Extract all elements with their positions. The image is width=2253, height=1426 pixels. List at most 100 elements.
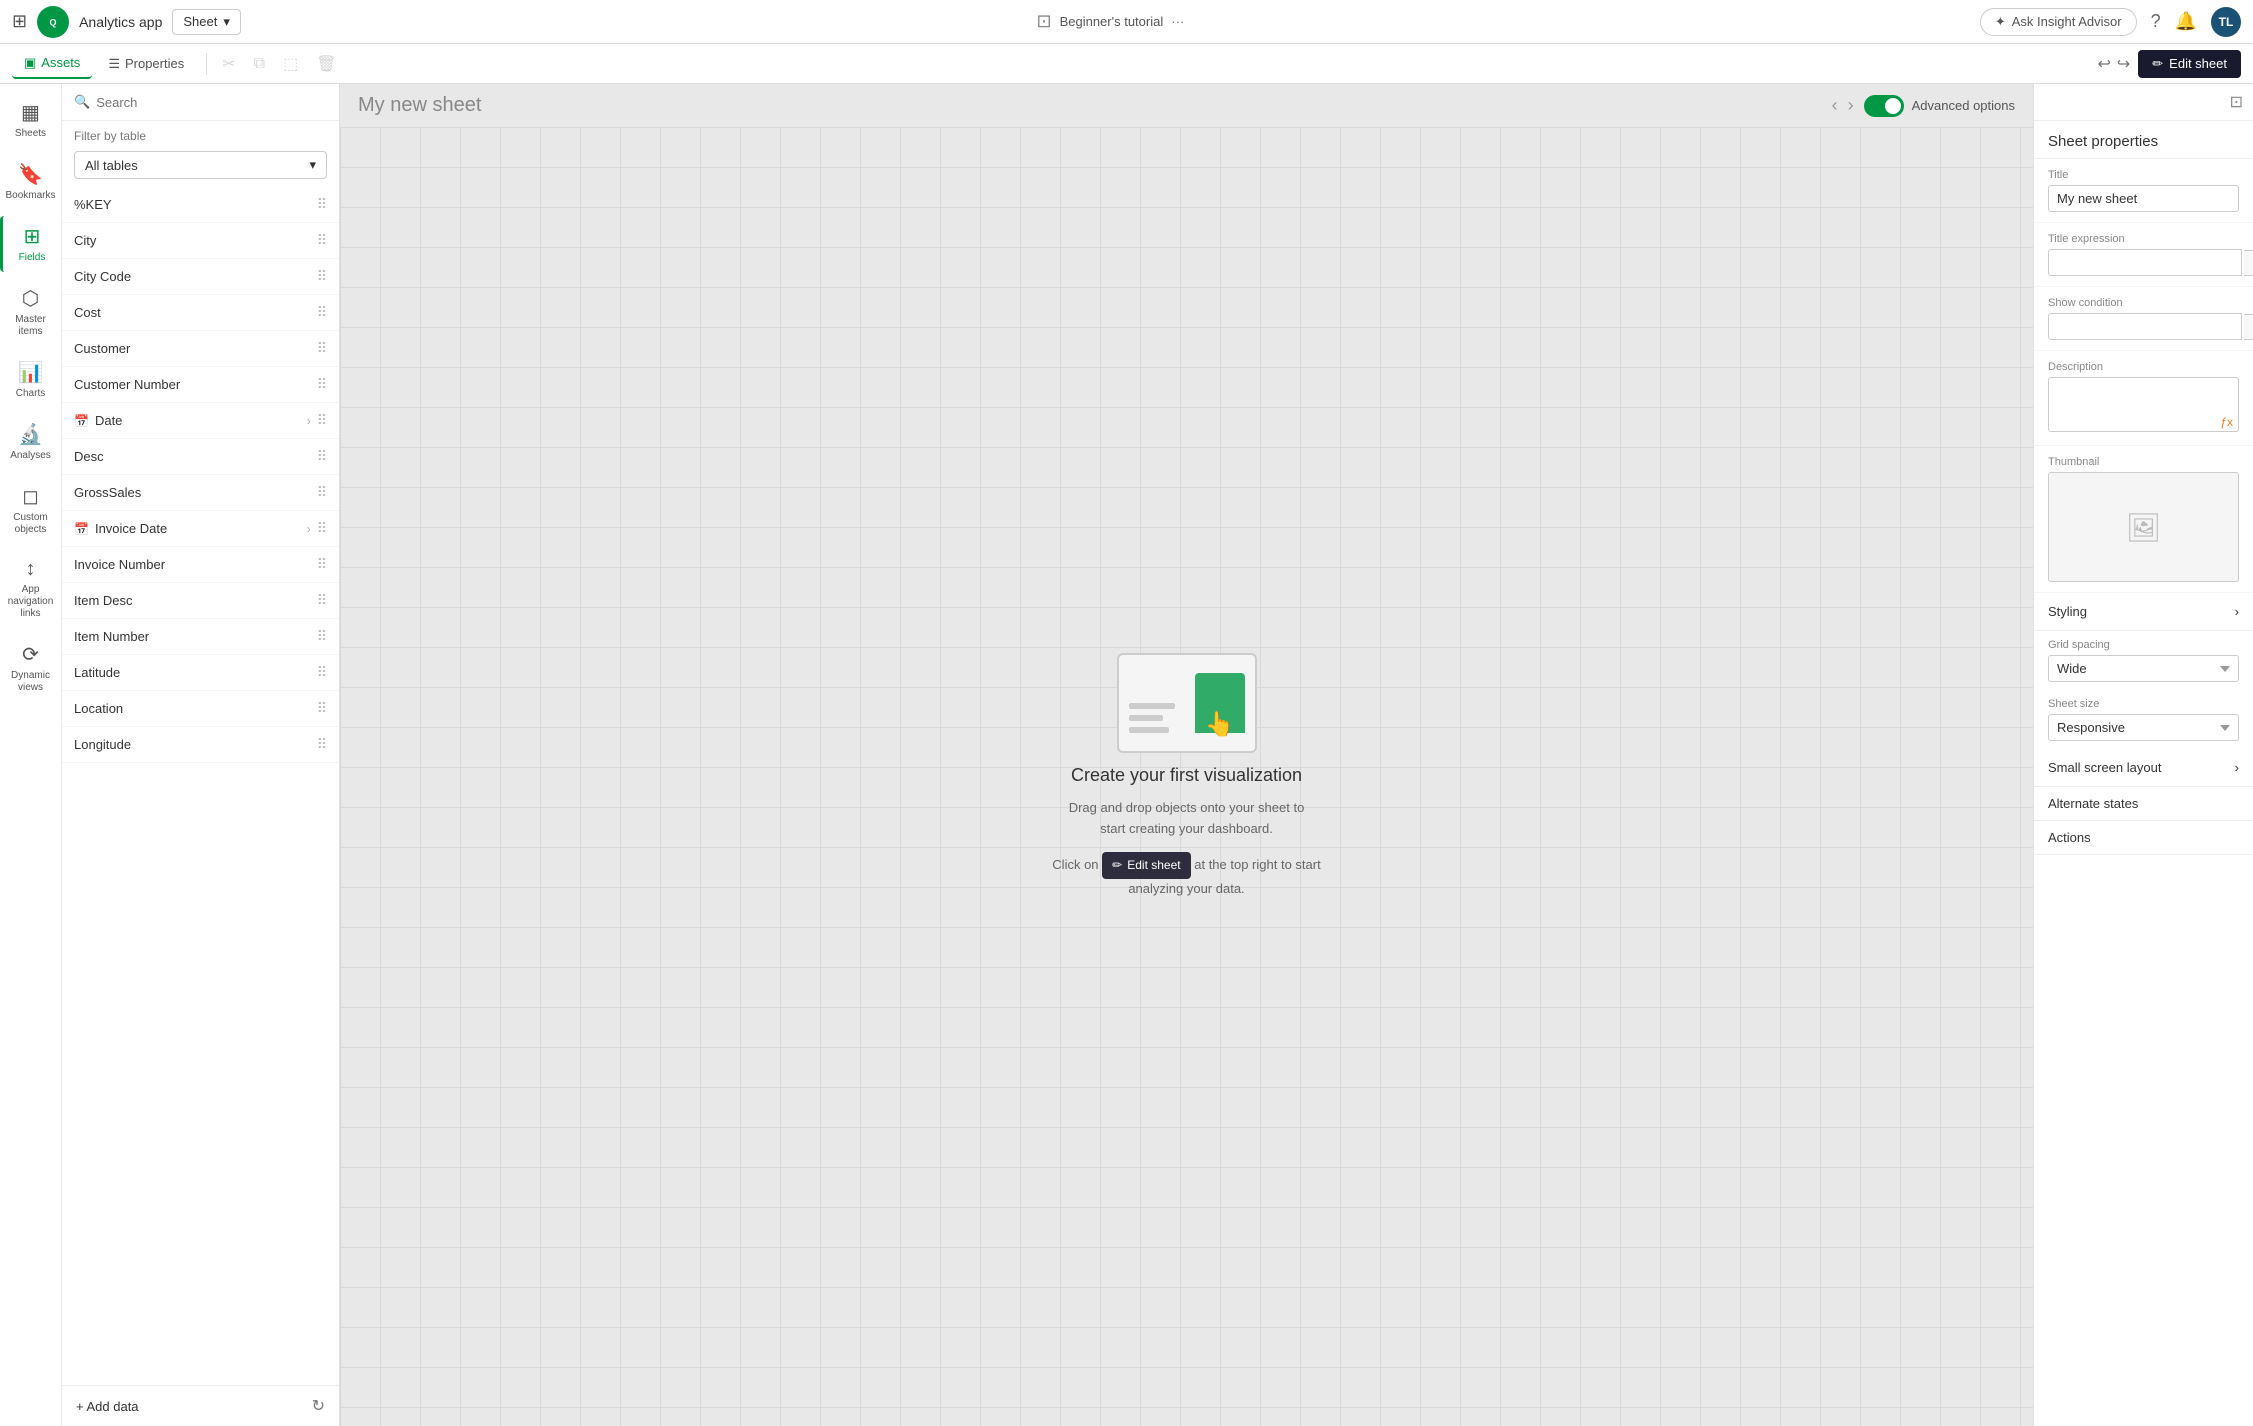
field-name: Date (95, 413, 122, 428)
sidebar-item-fields[interactable]: ⊞ Fields (0, 216, 61, 272)
thumbnail-picker[interactable]: 🖼 (2048, 472, 2239, 582)
title-input[interactable] (2048, 185, 2239, 212)
sidebar-item-bookmarks[interactable]: 🔖 Bookmarks (0, 154, 61, 210)
description-field: Description ƒx (2034, 351, 2253, 446)
table-filter-dropdown[interactable]: All tables ▾ (74, 151, 327, 179)
field-drag-handle[interactable]: ⠿ (317, 448, 327, 465)
cut-button[interactable]: ✂ (217, 49, 240, 79)
dropdown-arrow-icon: ▾ (223, 14, 230, 30)
field-drag-handle[interactable]: ⠿ (317, 196, 327, 213)
prev-sheet-button[interactable]: ‹ (1832, 95, 1838, 116)
field-item[interactable]: Customer ⠿ (62, 331, 339, 367)
field-drag-handle[interactable]: ⠿ (317, 700, 327, 717)
bell-icon[interactable]: 🔔 (2175, 11, 2197, 32)
field-item[interactable]: 📅 Date › ⠿ (62, 403, 339, 439)
sidebar-item-dynamic-views[interactable]: ⟳ Dynamic views (0, 634, 61, 702)
field-item[interactable]: Longitude ⠿ (62, 727, 339, 763)
field-item[interactable]: Item Number ⠿ (62, 619, 339, 655)
field-drag-handle[interactable]: ⠿ (317, 340, 327, 357)
field-item[interactable]: Item Desc ⠿ (62, 583, 339, 619)
more-options-icon[interactable]: ··· (1171, 14, 1184, 29)
sidebar-item-charts[interactable]: 📊 Charts (0, 352, 61, 408)
field-item[interactable]: Invoice Number ⠿ (62, 547, 339, 583)
title-expression-label: Title expression (2048, 233, 2239, 245)
refresh-button[interactable]: ↻ (312, 1396, 325, 1416)
insight-advisor-button[interactable]: ✦ Ask Insight Advisor (1980, 8, 2137, 36)
sidebar-item-analyses[interactable]: 🔬 Analyses (0, 414, 61, 470)
field-item[interactable]: %KEY ⠿ (62, 187, 339, 223)
field-drag-handle[interactable]: ⠿ (317, 592, 327, 609)
field-item[interactable]: Customer Number ⠿ (62, 367, 339, 403)
field-item[interactable]: Desc ⠿ (62, 439, 339, 475)
top-nav: ⊞ Q Analytics app Sheet ▾ ⊡ Beginner's t… (0, 0, 2253, 44)
app-grid-icon[interactable]: ⊞ (12, 11, 27, 32)
sidebar-item-sheets[interactable]: ▦ Sheets (0, 92, 61, 148)
plus-icon: + Add data (76, 1399, 139, 1414)
field-drag-handle[interactable]: ⠿ (317, 376, 327, 393)
grid-spacing-select[interactable]: Wide Medium Narrow (2048, 655, 2239, 682)
sheet-title: My new sheet (358, 94, 481, 117)
tutorial-name: Beginner's tutorial (1060, 14, 1164, 29)
canvas-grid[interactable]: 👆 Create your first visualization Drag a… (340, 127, 2033, 1426)
paste-button[interactable]: ⬚ (278, 49, 303, 79)
field-item[interactable]: GrossSales ⠿ (62, 475, 339, 511)
fx-button[interactable]: ƒx (2244, 250, 2253, 276)
show-condition-field: Show condition ƒx (2034, 287, 2253, 351)
field-drag-handle[interactable]: ⠿ (317, 268, 327, 285)
fx-button-desc[interactable]: ƒx (2220, 415, 2233, 429)
field-item[interactable]: Latitude ⠿ (62, 655, 339, 691)
show-condition-input[interactable] (2048, 313, 2242, 340)
undo-button[interactable]: ↩ (2097, 54, 2110, 74)
sheet-size-select[interactable]: Responsive Fixed (2048, 714, 2239, 741)
field-drag-handle[interactable]: ⠿ (317, 628, 327, 645)
field-item[interactable]: City ⠿ (62, 223, 339, 259)
field-item[interactable]: 📅 Invoice Date › ⠿ (62, 511, 339, 547)
thumbnail-label: Thumbnail (2048, 456, 2239, 468)
add-data-button[interactable]: + Add data (76, 1399, 139, 1414)
panel-collapse-icon[interactable]: ⊡ (2230, 92, 2243, 112)
viz-line (1129, 715, 1164, 721)
field-item[interactable]: Location ⠿ (62, 691, 339, 727)
tab-properties[interactable]: ☰ Properties (96, 50, 196, 78)
sheet-properties-title: Sheet properties (2034, 121, 2253, 159)
help-icon[interactable]: ? (2151, 11, 2161, 32)
sidebar-item-master-items[interactable]: ⬡ Master items (0, 278, 61, 346)
field-drag-handle[interactable]: ⠿ (317, 664, 327, 681)
sidebar-item-custom-objects[interactable]: ◻ Custom objects (0, 476, 61, 544)
actions-row[interactable]: Actions (2034, 821, 2253, 855)
grid-spacing-label: Grid spacing (2048, 639, 2239, 651)
next-sheet-button[interactable]: › (1848, 95, 1854, 116)
fx-button[interactable]: ƒx (2244, 314, 2253, 340)
field-item[interactable]: City Code ⠿ (62, 259, 339, 295)
redo-button[interactable]: ↪ (2117, 54, 2130, 74)
advanced-options-toggle[interactable] (1864, 95, 1904, 117)
field-drag-handle[interactable]: ⠿ (317, 556, 327, 573)
delete-button[interactable]: 🗑 (311, 49, 341, 79)
styling-label: Styling (2048, 604, 2087, 619)
field-drag-handle[interactable]: ⠿ (317, 520, 327, 537)
app-name: Analytics app (79, 14, 162, 30)
svg-text:Q: Q (50, 17, 57, 27)
field-drag-handle[interactable]: ⠿ (317, 232, 327, 249)
expand-icon[interactable]: › (307, 522, 311, 536)
title-expression-input[interactable] (2048, 249, 2242, 276)
expand-icon[interactable]: › (307, 414, 311, 428)
search-input[interactable] (96, 95, 327, 110)
field-drag-handle[interactable]: ⠿ (317, 484, 327, 501)
styling-row[interactable]: Styling › (2034, 593, 2253, 631)
sidebar-item-label: Sheets (15, 128, 46, 140)
field-name: City (74, 233, 96, 248)
tab-assets[interactable]: ▣ Assets (12, 49, 92, 79)
description-input[interactable] (2048, 377, 2239, 432)
sheet-dropdown[interactable]: Sheet ▾ (172, 9, 241, 35)
avatar[interactable]: TL (2211, 7, 2241, 37)
field-item[interactable]: Cost ⠿ (62, 295, 339, 331)
alternate-states-row[interactable]: Alternate states (2034, 787, 2253, 821)
copy-button[interactable]: ⧉ (249, 50, 270, 78)
small-screen-row[interactable]: Small screen layout › (2034, 749, 2253, 787)
edit-sheet-button[interactable]: ✏ Edit sheet (2138, 50, 2241, 78)
field-drag-handle[interactable]: ⠿ (317, 412, 327, 429)
field-drag-handle[interactable]: ⠿ (317, 304, 327, 321)
sidebar-item-app-nav[interactable]: ↕ App navigation links (0, 550, 61, 628)
field-drag-handle[interactable]: ⠿ (317, 736, 327, 753)
